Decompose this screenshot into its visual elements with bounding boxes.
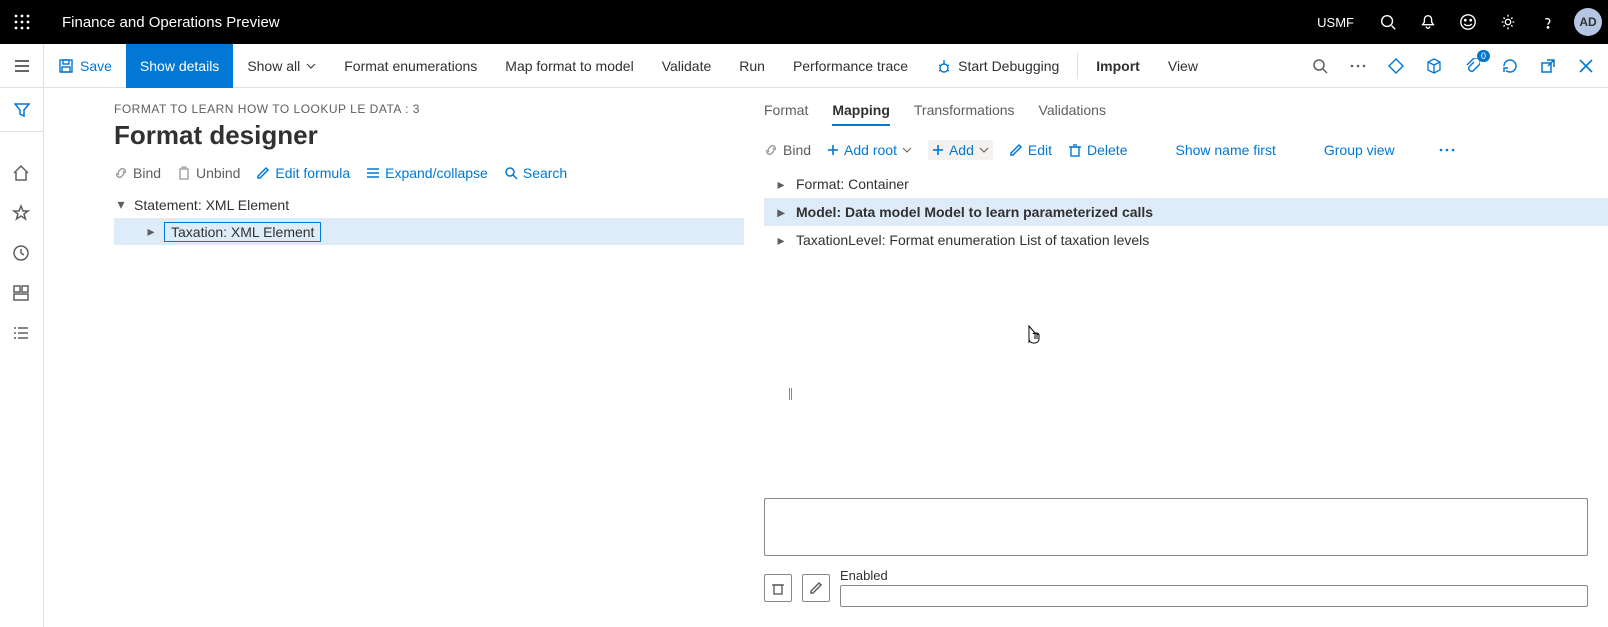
show-name-first-button[interactable]: Show name first — [1175, 142, 1275, 158]
edit-condition-button[interactable] — [802, 574, 830, 602]
start-debugging-button[interactable]: Start Debugging — [922, 44, 1073, 88]
tree-node-taxation-level[interactable]: ▸TaxationLevel: Format enumeration List … — [764, 226, 1608, 254]
caret-right-icon[interactable]: ▸ — [144, 223, 158, 240]
show-details-button[interactable]: Show details — [126, 44, 233, 88]
show-all-button[interactable]: Show all — [233, 44, 330, 88]
tabs: Format Mapping Transformations Validatio… — [744, 102, 1608, 126]
star-icon[interactable] — [12, 204, 32, 224]
bell-icon[interactable] — [1408, 0, 1448, 44]
bind-button[interactable]: Bind — [114, 165, 161, 181]
tab-format[interactable]: Format — [764, 102, 808, 126]
tab-validations[interactable]: Validations — [1039, 102, 1106, 126]
tab-transformations[interactable]: Transformations — [914, 102, 1015, 126]
left-toolbar: Bind Unbind Edit formula Expand/collapse… — [44, 165, 744, 191]
more-actions-icon[interactable] — [1439, 148, 1455, 152]
company-label[interactable]: USMF — [1303, 15, 1368, 30]
formula-textarea[interactable] — [764, 498, 1588, 556]
bottom-properties: Enabled — [764, 498, 1588, 607]
tree-node-format-container[interactable]: ▸Format: Container — [764, 170, 1608, 198]
page-title: Format designer — [44, 116, 744, 165]
avatar[interactable]: AD — [1568, 0, 1608, 44]
recent-icon[interactable] — [12, 244, 32, 264]
view-button[interactable]: View — [1154, 44, 1212, 88]
format-tree: ▾ Statement: XML Element ▸ Taxation: XML… — [44, 191, 744, 245]
caret-right-icon[interactable]: ▸ — [774, 204, 788, 221]
attachments-icon[interactable]: 0 — [1460, 54, 1484, 78]
popout-icon[interactable] — [1536, 54, 1560, 78]
mapping-pane: Format Mapping Transformations Validatio… — [744, 88, 1608, 627]
edit-button[interactable]: Edit — [1009, 142, 1052, 158]
tree-node-model[interactable]: ▸Model: Data model Model to learn parame… — [764, 198, 1608, 226]
app-launcher-icon[interactable] — [0, 0, 44, 44]
caret-right-icon[interactable]: ▸ — [774, 232, 788, 249]
modules-icon[interactable] — [12, 324, 32, 344]
more-icon[interactable] — [1346, 54, 1370, 78]
mapping-bind-button[interactable]: Bind — [764, 142, 811, 158]
caret-down-icon[interactable]: ▾ — [114, 196, 128, 213]
save-label: Save — [80, 58, 112, 74]
breadcrumb: FORMAT TO LEARN HOW TO LOOKUP LE DATA : … — [44, 102, 744, 116]
delete-button[interactable]: Delete — [1068, 142, 1127, 158]
caret-right-icon[interactable]: ▸ — [774, 176, 788, 193]
edit-formula-button[interactable]: Edit formula — [256, 165, 350, 181]
save-button[interactable]: Save — [44, 44, 126, 88]
tree-node-statement[interactable]: ▾ Statement: XML Element — [114, 191, 744, 218]
right-toolbar: Bind Add root Add Edit Delete Show name … — [744, 126, 1608, 170]
import-button[interactable]: Import — [1082, 44, 1154, 88]
map-format-to-model-button[interactable]: Map format to model — [491, 44, 647, 88]
cube-icon[interactable] — [1422, 54, 1446, 78]
datasource-tree: ▸Format: Container ▸Model: Data model Mo… — [744, 170, 1608, 254]
tab-mapping[interactable]: Mapping — [832, 102, 890, 126]
delete-condition-button[interactable] — [764, 574, 792, 602]
tree-node-taxation[interactable]: ▸ Taxation: XML Element — [114, 218, 744, 245]
add-button[interactable]: Add — [928, 140, 993, 160]
add-root-button[interactable]: Add root — [827, 142, 912, 158]
diamond-icon[interactable] — [1384, 54, 1408, 78]
workspace-icon[interactable] — [12, 284, 32, 304]
run-button[interactable]: Run — [725, 44, 779, 88]
filter-icon[interactable] — [0, 88, 44, 132]
command-bar: Save Show details Show all Format enumer… — [0, 44, 1608, 88]
performance-trace-button[interactable]: Performance trace — [779, 44, 922, 88]
search-command-icon[interactable] — [1308, 54, 1332, 78]
app-title: Finance and Operations Preview — [44, 14, 280, 31]
search-icon[interactable] — [1368, 0, 1408, 44]
smile-icon[interactable] — [1448, 0, 1488, 44]
expand-collapse-button[interactable]: Expand/collapse — [366, 165, 488, 181]
home-icon[interactable] — [12, 164, 32, 184]
help-icon[interactable] — [1528, 0, 1568, 44]
search-button[interactable]: Search — [504, 165, 567, 181]
content-area: FORMAT TO LEARN HOW TO LOOKUP LE DATA : … — [44, 88, 1608, 627]
format-enumerations-button[interactable]: Format enumerations — [330, 44, 491, 88]
validate-button[interactable]: Validate — [648, 44, 726, 88]
format-tree-pane: FORMAT TO LEARN HOW TO LOOKUP LE DATA : … — [44, 88, 744, 627]
close-icon[interactable] — [1574, 54, 1598, 78]
top-bar: Finance and Operations Preview USMF AD — [0, 0, 1608, 44]
hamburger-icon[interactable] — [0, 44, 44, 88]
enabled-label: Enabled — [840, 568, 1588, 583]
gear-icon[interactable] — [1488, 0, 1528, 44]
group-view-button[interactable]: Group view — [1324, 142, 1395, 158]
enabled-input[interactable] — [840, 585, 1588, 607]
left-rail — [0, 88, 44, 627]
unbind-button[interactable]: Unbind — [177, 165, 240, 181]
refresh-icon[interactable] — [1498, 54, 1522, 78]
